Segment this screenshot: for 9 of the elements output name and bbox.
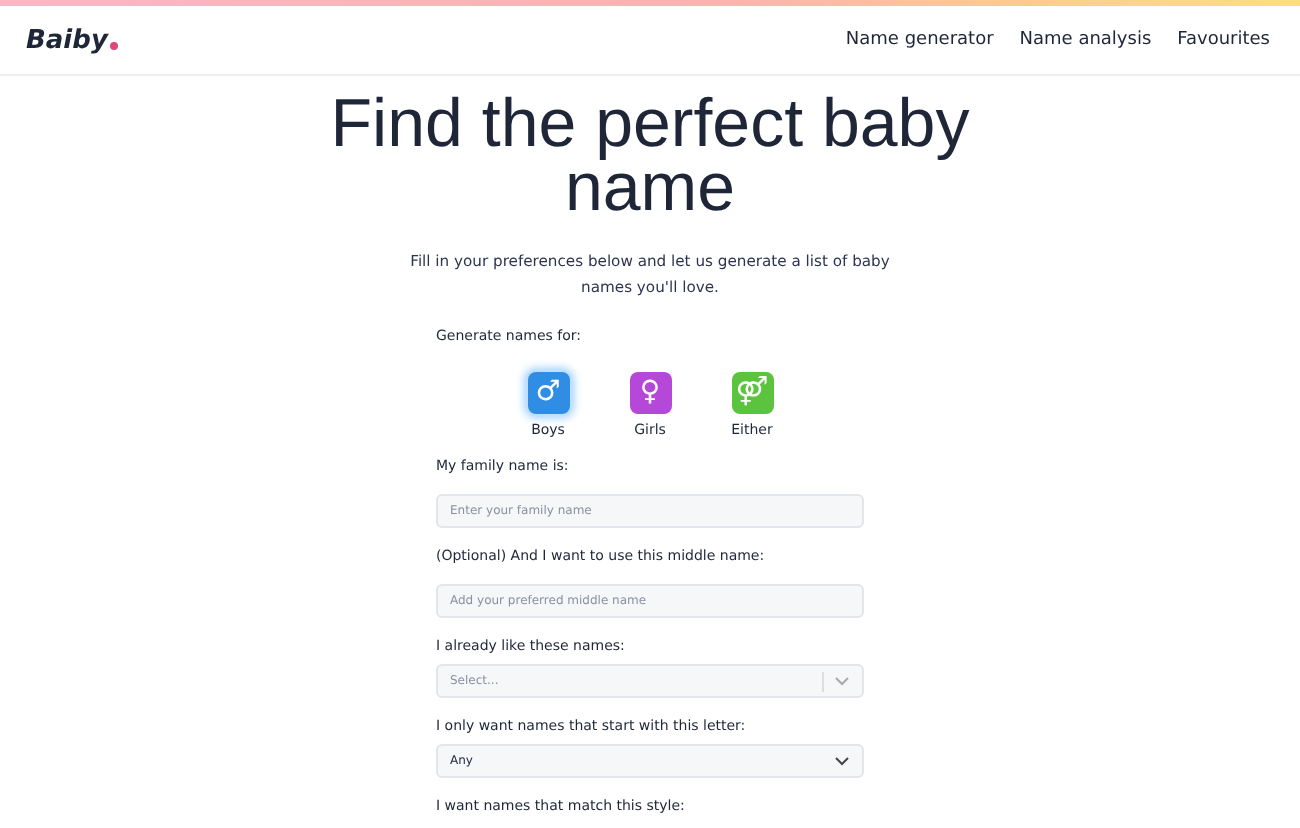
logo-dot-icon (109, 41, 118, 49)
nav-link[interactable]: Name generator (845, 30, 994, 50)
chevron-down-icon (834, 756, 850, 766)
logo[interactable]: Baiby (26, 25, 108, 55)
gender-button[interactable]: ♀ (629, 372, 671, 414)
nav-link[interactable]: Name analysis (1019, 30, 1152, 50)
nav-link[interactable]: Favourites (1177, 30, 1270, 50)
chevron-down-icon (834, 676, 850, 686)
page-title: Find the perfect baby name (328, 92, 972, 220)
